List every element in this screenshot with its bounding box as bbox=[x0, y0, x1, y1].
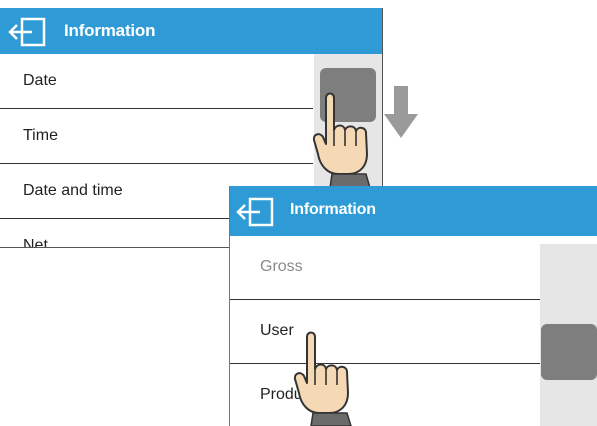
header-bar: Information bbox=[230, 186, 597, 236]
information-screen-2: Information Gross User Produ bbox=[229, 186, 597, 426]
back-arrow-icon[interactable] bbox=[236, 197, 276, 227]
list-item-label: Date and time bbox=[23, 182, 123, 199]
scrollbar[interactable] bbox=[540, 244, 597, 426]
scroll-thumb[interactable] bbox=[541, 324, 597, 380]
list-item-label: User bbox=[260, 322, 294, 339]
list-item-user[interactable]: User bbox=[230, 300, 540, 364]
list-item-date[interactable]: Date bbox=[0, 54, 313, 109]
info-list: Gross User Produ bbox=[230, 236, 540, 426]
list-item-time[interactable]: Time bbox=[0, 109, 313, 164]
page-title: Information bbox=[290, 201, 376, 218]
back-arrow-icon[interactable] bbox=[8, 17, 48, 47]
page-title: Information bbox=[64, 21, 156, 40]
list-item-label: Gross bbox=[260, 258, 303, 275]
list-item-label: Date bbox=[23, 72, 57, 89]
list-item-product[interactable]: Produ bbox=[230, 364, 540, 426]
header-bar: Information bbox=[0, 8, 382, 54]
list-item-gross[interactable]: Gross bbox=[230, 236, 540, 300]
list-item-label: Time bbox=[23, 127, 58, 144]
swipe-down-arrow-icon bbox=[384, 86, 418, 138]
hand-pointer-icon bbox=[312, 92, 371, 188]
list-item-label: Net bbox=[23, 237, 48, 248]
hand-pointer-icon bbox=[293, 331, 352, 426]
